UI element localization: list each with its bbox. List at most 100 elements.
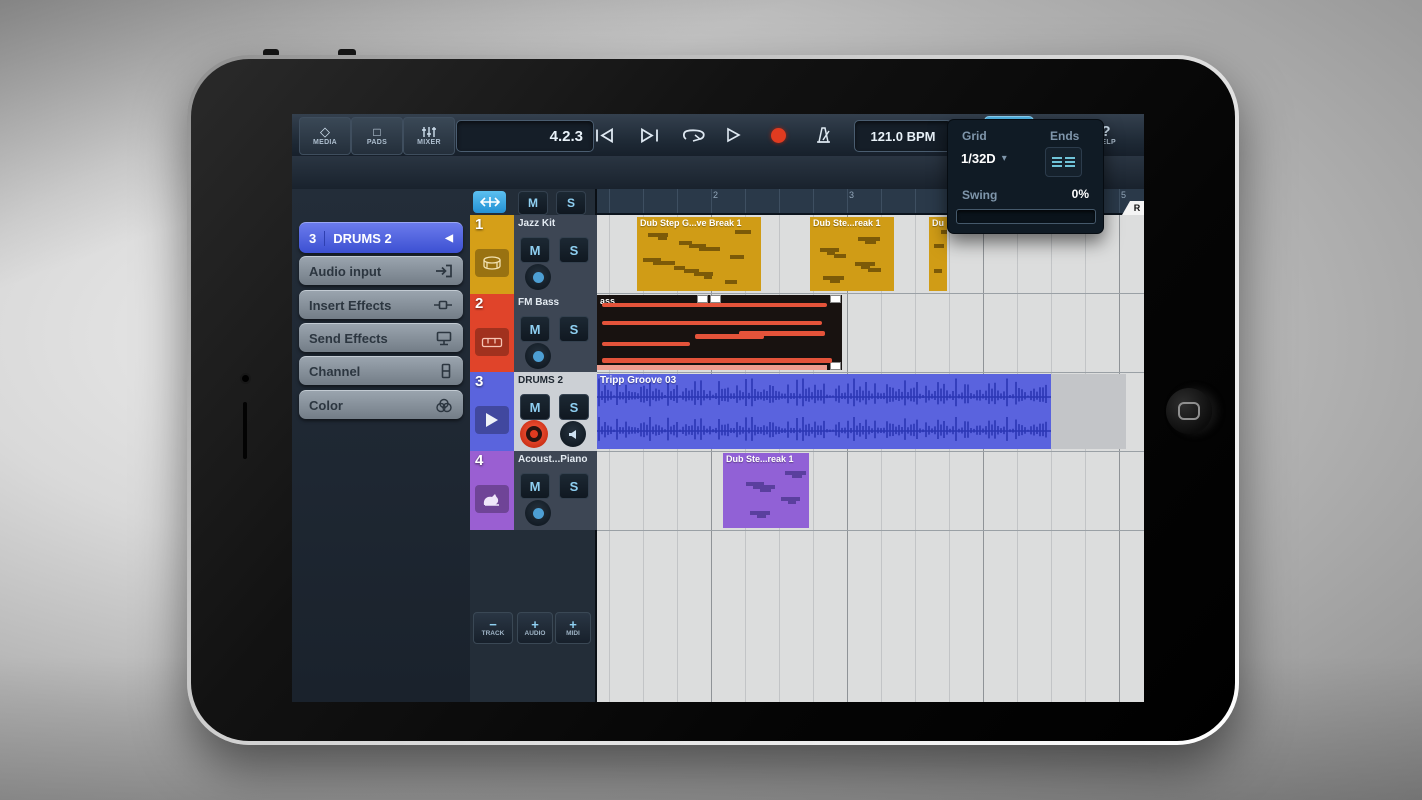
ends-icon: [1065, 157, 1075, 167]
selected-track-button[interactable]: 3 DRUMS 2 ◀: [299, 222, 463, 253]
clip-resize-handle[interactable]: [710, 295, 721, 303]
metronome-icon: [813, 126, 833, 144]
track-mute-button[interactable]: M: [520, 237, 550, 263]
record-button[interactable]: [762, 120, 794, 150]
swing-slider[interactable]: [956, 209, 1096, 224]
tablet-device: ◇ MEDIA □ PADS MIXER: [187, 55, 1239, 745]
track-mute-button[interactable]: M: [520, 316, 550, 342]
track-instrument-icon: [475, 485, 509, 513]
track-instrument-icon: [475, 406, 509, 434]
track-header-2[interactable]: 2 FM Bass M S: [470, 294, 597, 372]
sidebar-item-insert-effects[interactable]: Insert Effects: [299, 290, 463, 319]
pads-icon: □: [373, 126, 380, 138]
selected-track-name: DRUMS 2: [333, 231, 392, 246]
clip-resize-handle[interactable]: [830, 295, 841, 303]
ends-mode-button[interactable]: [1045, 147, 1082, 177]
midi-clip-fm-bass[interactable]: ass: [597, 295, 842, 370]
grid-value-dropdown[interactable]: 1/32D ▾: [961, 151, 1007, 166]
clip-resize-handle[interactable]: [697, 295, 708, 303]
track-header-4[interactable]: 4 Acoust...Piano M S: [470, 451, 597, 530]
record-arm-button[interactable]: [525, 500, 551, 526]
selected-track-number: 3: [309, 231, 325, 246]
monitor-button[interactable]: [560, 421, 586, 447]
midi-clip-dubstep-break-2[interactable]: Dub Ste...reak 1: [810, 217, 894, 291]
track-header-main[interactable]: FM Bass M S: [514, 294, 597, 372]
track-number: 1: [475, 216, 483, 233]
track-solo-button[interactable]: S: [559, 237, 589, 263]
midi-clip-dubstep-break-3[interactable]: Du: [929, 217, 947, 291]
track-instrument-icon: [475, 249, 509, 277]
track-solo-button[interactable]: S: [559, 394, 589, 420]
song-position-display[interactable]: 4.2.3: [456, 120, 594, 152]
sidebar-item-channel[interactable]: Channel: [299, 356, 463, 385]
pads-button[interactable]: □ PADS: [351, 117, 403, 155]
track3-tail-region: [1051, 374, 1126, 449]
track-solo-button[interactable]: S: [559, 316, 589, 342]
track-color-strip: 3: [470, 372, 514, 451]
global-solo-button[interactable]: S: [556, 191, 586, 215]
track-number: 2: [475, 295, 483, 312]
cycle-icon: [682, 128, 706, 142]
global-mute-button[interactable]: M: [518, 191, 548, 215]
track-header-3[interactable]: 3 DRUMS 2 M S: [470, 372, 597, 451]
color-icon: [435, 398, 453, 413]
record-arm-button[interactable]: [525, 264, 551, 290]
send-effects-icon: [435, 331, 453, 346]
insert-effects-icon: [433, 298, 453, 312]
audio-clip-tripp-groove[interactable]: Tripp Groove 03: [597, 374, 1051, 449]
add-midi-track-button[interactable]: +MIDI: [555, 612, 591, 644]
track-header-1[interactable]: 1 Jazz Kit M S: [470, 215, 597, 294]
speaker-icon: [568, 429, 579, 440]
track-header-main[interactable]: DRUMS 2 M S: [514, 372, 597, 451]
desktop-background: ◇ MEDIA □ PADS MIXER: [0, 0, 1422, 800]
track-header-main[interactable]: Jazz Kit M S: [514, 215, 597, 294]
track-name: Jazz Kit: [518, 218, 555, 229]
track-mute-button[interactable]: M: [520, 473, 550, 499]
audio-input-icon: [435, 264, 453, 278]
swing-label: Swing: [962, 188, 997, 202]
bar-number: 2: [713, 190, 718, 200]
sidebar-item-color[interactable]: Color: [299, 390, 463, 419]
front-camera: [242, 375, 249, 382]
home-button[interactable]: [1166, 388, 1212, 434]
forward-to-end-button[interactable]: [634, 120, 666, 150]
bar-number: 5: [1121, 190, 1126, 200]
bar-number: 3: [849, 190, 854, 200]
play-icon: [725, 127, 741, 143]
rewind-to-start-button[interactable]: [588, 120, 620, 150]
rewind-to-start-icon: [593, 128, 615, 143]
media-icon: ◇: [320, 126, 330, 138]
remove-track-button[interactable]: −TRACK: [473, 612, 513, 644]
track-header-main[interactable]: Acoust...Piano M S: [514, 451, 597, 530]
sidebar-item-send-effects[interactable]: Send Effects: [299, 323, 463, 352]
media-button[interactable]: ◇ MEDIA: [299, 117, 351, 155]
popup-ends-label: Ends: [1050, 129, 1079, 143]
add-audio-track-button[interactable]: +AUDIO: [517, 612, 553, 644]
track-mute-button[interactable]: M: [520, 394, 550, 420]
bezel-slot: [243, 402, 247, 459]
track-list: M S 1 Jazz Kit M S 2 FM Bass M S 3: [470, 189, 597, 702]
play-button[interactable]: [720, 120, 746, 150]
track-solo-button[interactable]: S: [559, 473, 589, 499]
mixer-button[interactable]: MIXER: [403, 117, 455, 155]
ends-icon: [1052, 157, 1062, 167]
clip-resize-handle[interactable]: [830, 362, 841, 370]
record-arm-button[interactable]: [525, 343, 551, 369]
track-list-toggle-button[interactable]: [473, 191, 506, 213]
record-arm-button[interactable]: [520, 420, 548, 448]
record-icon: [771, 128, 786, 143]
inspector-sidebar: 3 DRUMS 2 ◀ Audio input Insert Effects: [292, 189, 470, 702]
track-instrument-icon: [475, 328, 509, 356]
metronome-button[interactable]: [806, 120, 840, 150]
sidebar-item-audio-input[interactable]: Audio input: [299, 256, 463, 285]
track-color-strip: 4: [470, 451, 514, 530]
collapse-inspector-icon[interactable]: ◀: [445, 233, 453, 244]
arrangement-area[interactable]: Dub Step G...ve Break 1 Dub Ste...reak 1…: [597, 189, 1144, 702]
tempo-display[interactable]: 121.0 BPM: [854, 120, 952, 152]
cycle-button[interactable]: [678, 120, 710, 150]
quantize-popup: Grid Ends 1/32D ▾ Swing 0%: [947, 119, 1104, 234]
chevron-down-icon: ▾: [1002, 153, 1007, 164]
midi-clip-dubstep-break-1[interactable]: Dub Step G...ve Break 1: [637, 217, 761, 291]
channel-fader-icon: [439, 363, 453, 379]
midi-clip-piano-break[interactable]: Dub Ste...reak 1: [723, 453, 809, 528]
